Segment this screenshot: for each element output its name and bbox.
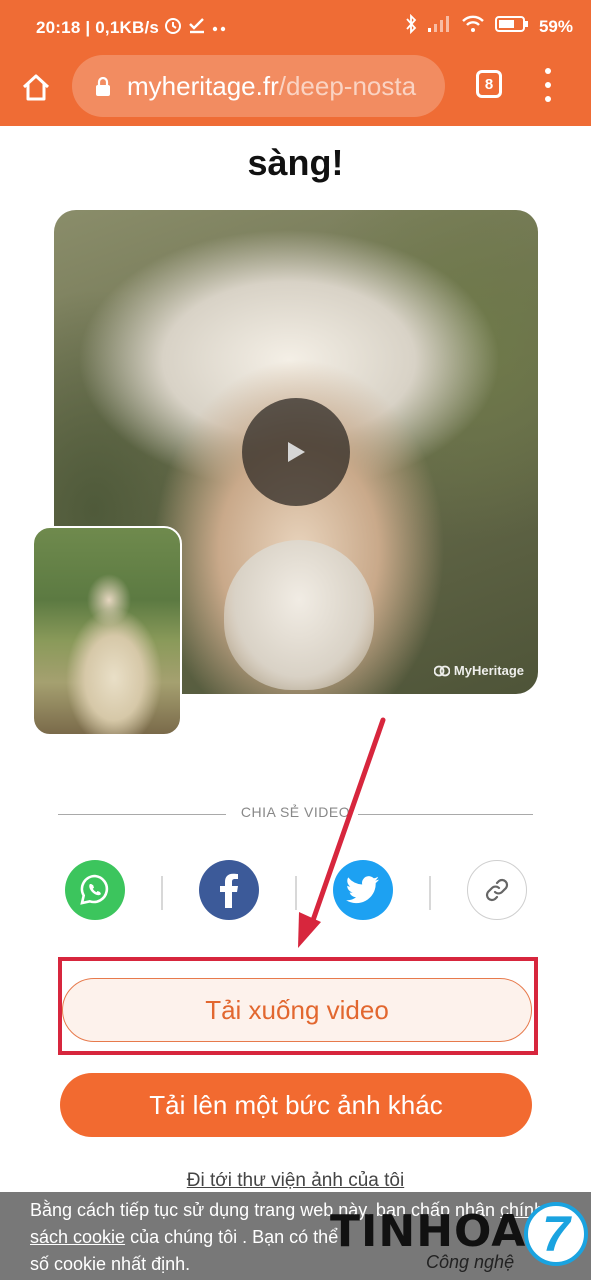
play-icon	[288, 442, 305, 462]
signal-icon	[427, 15, 451, 38]
alarm-icon	[163, 15, 183, 40]
share-separator	[429, 876, 431, 910]
url-text: myheritage.fr/deep-nosta	[127, 71, 416, 102]
status-bar: 20:18 | 0,1KB/s 59%	[0, 0, 591, 52]
share-whatsapp-button[interactable]	[65, 860, 125, 920]
cookie-policy-link-part-2[interactable]: sách cookie	[30, 1227, 125, 1247]
menu-dot	[545, 82, 551, 88]
play-button[interactable]	[242, 398, 350, 506]
share-twitter-button[interactable]	[333, 860, 393, 920]
page-title: sàng!	[247, 142, 344, 183]
battery-icon	[494, 15, 529, 38]
lock-icon	[94, 76, 112, 102]
download-video-button[interactable]: Tải xuống video	[62, 978, 532, 1042]
cookie-text-2: của chúng tôi . Bạn có thể	[125, 1227, 339, 1247]
wifi-icon	[461, 15, 485, 38]
url-domain: myheritage.fr	[127, 71, 279, 101]
whatsapp-icon	[80, 874, 109, 905]
gallery-link[interactable]: Đi tới thư viện ảnh của tôi	[0, 1170, 591, 1192]
page-title-clipped: ​	[0, 100, 591, 134]
browser-menu-button[interactable]	[538, 68, 558, 102]
status-left: 20:18 | 0,1KB/s	[36, 15, 227, 40]
status-time-speed: 20:18 | 0,1KB/s	[36, 17, 160, 37]
more-notifications-icon	[211, 18, 227, 38]
copy-link-button[interactable]	[467, 860, 527, 920]
cookie-text-3: số cookie nhất định.	[30, 1254, 191, 1274]
menu-dot	[545, 68, 551, 74]
home-icon	[22, 74, 50, 101]
twitter-icon	[346, 876, 379, 904]
brand-badge: 7	[524, 1202, 588, 1266]
myheritage-logo-icon	[433, 665, 450, 676]
bluetooth-icon	[405, 13, 417, 39]
brand-name: TINHOA	[330, 1206, 527, 1257]
status-right: 59%	[405, 13, 573, 39]
photo-subject	[224, 540, 374, 690]
battery-level: 59%	[538, 16, 573, 36]
share-separator	[295, 876, 297, 910]
tinhoa-logo: TINHOA 7 Công nghệ	[326, 1202, 591, 1280]
watermark-text: MyHeritage	[453, 663, 524, 678]
link-icon	[485, 878, 509, 902]
original-photo-thumbnail[interactable]	[32, 526, 182, 736]
share-facebook-button[interactable]	[199, 860, 259, 920]
download-done-icon	[187, 15, 207, 40]
url-path: /deep-nosta	[278, 71, 417, 101]
myheritage-watermark: MyHeritage	[433, 663, 524, 678]
brand-subtitle: Công nghệ	[426, 1252, 515, 1272]
tab-switcher-button[interactable]: 8	[476, 70, 502, 98]
facebook-icon	[220, 873, 238, 908]
share-separator	[161, 876, 163, 910]
tab-count: 8	[484, 75, 494, 93]
upload-another-photo-button[interactable]: Tải lên một bức ảnh khác	[60, 1073, 532, 1137]
share-video-label: CHIA SẺ VIDEO	[240, 804, 351, 820]
